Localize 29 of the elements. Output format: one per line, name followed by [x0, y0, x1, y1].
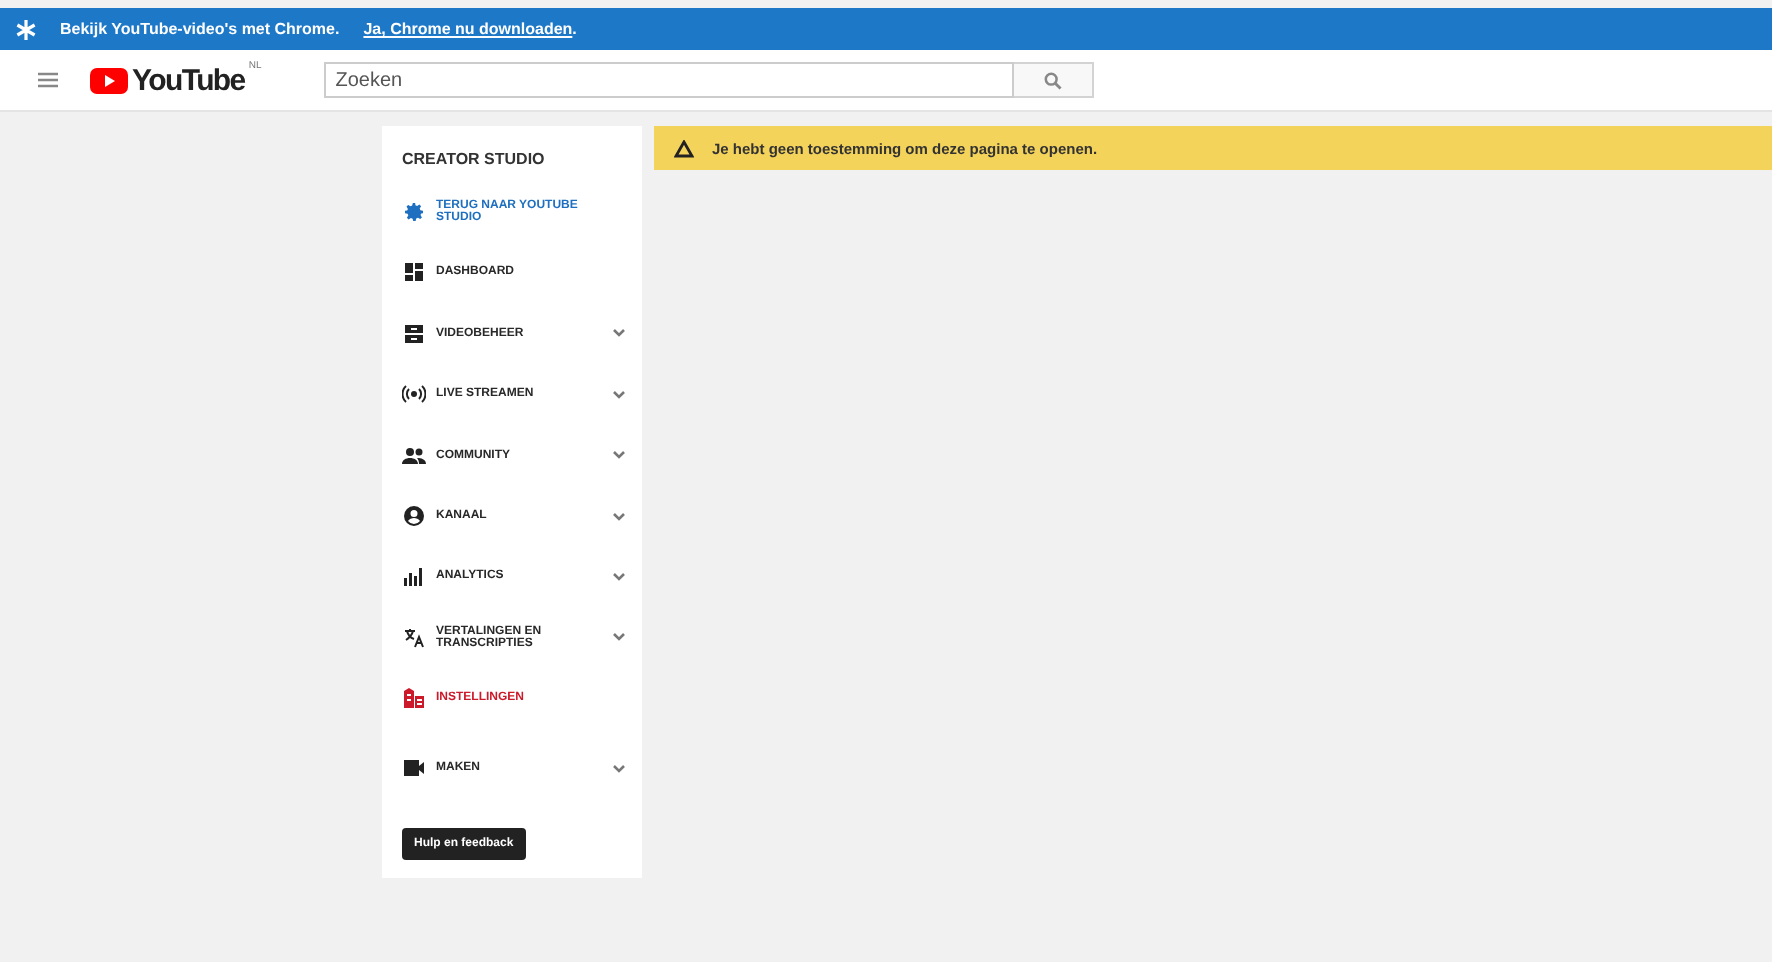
chevron-down-icon[interactable] — [612, 511, 626, 521]
search-icon — [1043, 71, 1062, 89]
logo-text[interactable]: YouTube — [132, 63, 245, 97]
download-link[interactable]: Ja, Chrome nu downloaden — [363, 20, 573, 38]
drawer-icon — [402, 321, 426, 345]
chevron-down-icon[interactable] — [612, 571, 626, 581]
warning-icon — [674, 139, 694, 157]
search-field[interactable]: Zoeken — [323, 62, 1014, 98]
dashboard-icon — [402, 260, 426, 284]
chevron-down-icon[interactable] — [612, 632, 626, 642]
menu-icon[interactable] — [38, 72, 58, 88]
banner-message: Bekijk YouTube-video's met Chrome. — [60, 20, 340, 38]
chevron-down-icon[interactable] — [612, 389, 626, 399]
banner-punctuation: . — [572, 20, 577, 38]
translate-icon — [402, 625, 426, 649]
account-icon — [402, 504, 426, 528]
video-camera-icon — [402, 756, 426, 780]
broadcast-icon — [402, 382, 426, 406]
play-logo-icon[interactable] — [90, 67, 128, 93]
chevron-down-icon[interactable] — [612, 450, 626, 460]
search-button[interactable] — [1013, 62, 1094, 98]
bar-chart-icon — [402, 564, 426, 588]
chevron-down-icon[interactable] — [612, 328, 626, 338]
star-icon — [16, 19, 36, 39]
sidebar-title: CREATOR STUDIO — [402, 150, 547, 168]
people-icon — [402, 443, 426, 467]
chevron-down-icon[interactable] — [612, 763, 626, 773]
buildings-icon — [402, 686, 426, 710]
gear-icon — [402, 200, 426, 224]
